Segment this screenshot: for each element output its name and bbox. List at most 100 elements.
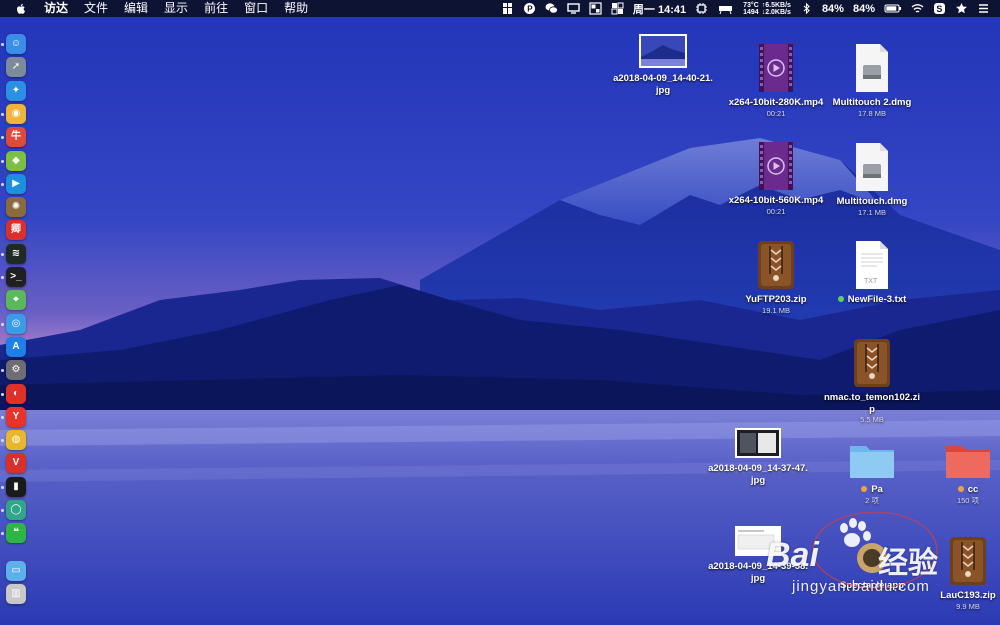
dock-running-indicator bbox=[1, 485, 4, 489]
zip-archive-icon bbox=[854, 339, 890, 387]
dock-netease-music-icon[interactable]: ◐ bbox=[6, 383, 26, 404]
menu-clock[interactable]: 周一 14:41 bbox=[633, 1, 686, 17]
menu-bar: 访达 文件 编辑 显示 前往 窗口 帮助 P 周一 14:41 73°C ↑6.5… bbox=[0, 0, 1000, 17]
dock-app-store-icon[interactable]: A bbox=[6, 336, 26, 357]
mission-control-icon[interactable] bbox=[611, 2, 624, 15]
dock-glyph: ◉ bbox=[11, 107, 21, 119]
dock-screen-share-icon[interactable]: ▶ bbox=[6, 173, 26, 194]
menu-view[interactable]: 显示 bbox=[156, 0, 196, 17]
dock-activity-monitor-icon[interactable]: ≋ bbox=[6, 243, 26, 264]
menu-window[interactable]: 窗口 bbox=[236, 0, 276, 17]
dock-app-red-icon[interactable]: 牛 bbox=[6, 127, 26, 148]
dock-downloads-folder-icon[interactable]: ▭ bbox=[6, 560, 26, 581]
desktop-icon-size: 9.9 MB bbox=[956, 601, 980, 611]
system-stats[interactable]: 73°C ↑6.5KB/s 1494 ↓2.0KB/s bbox=[743, 2, 791, 16]
dock-android-icon[interactable]: ◆ bbox=[6, 150, 26, 171]
dock-trash-icon[interactable]: ▥ bbox=[6, 583, 26, 604]
dock-finder-icon[interactable]: ☺ bbox=[6, 34, 26, 54]
dock-wechat-icon[interactable]: ❝ bbox=[6, 523, 26, 544]
battery-percent-b[interactable]: 84% bbox=[853, 3, 875, 15]
dock-app-green-icon[interactable]: ◯ bbox=[6, 500, 26, 520]
dock-running-indicator bbox=[1, 252, 4, 256]
dock-running-indicator bbox=[1, 415, 4, 419]
zip-archive-icon bbox=[758, 241, 794, 289]
dock-launchpad-icon[interactable]: ➚ bbox=[6, 57, 26, 78]
desktop-icon-label: nmac.to_temon102.zip bbox=[823, 392, 921, 415]
dock-system-preferences-icon[interactable]: ⚙ bbox=[6, 360, 26, 381]
dock-glyph: 牛 bbox=[11, 131, 21, 143]
desktop-icon-size: 17.1 MB bbox=[858, 207, 886, 217]
dock-safari-icon[interactable]: ✦ bbox=[6, 80, 26, 101]
disk-image-icon bbox=[856, 143, 888, 191]
menu-app-name[interactable]: 访达 bbox=[38, 0, 76, 17]
folder-icon bbox=[850, 446, 894, 478]
battery-percent-a[interactable]: 84% bbox=[822, 3, 844, 15]
desktop-icon-label: a2018-04-09_14-39-58.jpg bbox=[708, 561, 808, 584]
bluetooth-icon[interactable] bbox=[800, 2, 813, 15]
image-thumbnail-icon bbox=[639, 34, 687, 68]
dock-glyph: ✦ bbox=[11, 84, 21, 96]
dock-glyph: ✺ bbox=[11, 201, 21, 213]
desktop-icon-lauc-zip[interactable]: LauC193.zip 9.9 MB bbox=[908, 536, 1000, 612]
display-icon[interactable] bbox=[567, 2, 580, 15]
battery-icon[interactable] bbox=[884, 2, 902, 15]
dock-vivaldi-icon[interactable]: V bbox=[6, 453, 26, 474]
dock-glyph: ◯ bbox=[10, 504, 22, 515]
desktop-icon-multitouch-2-dmg[interactable]: Multitouch 2.dmg 17.8 MB bbox=[812, 43, 932, 119]
menu-help[interactable]: 帮助 bbox=[276, 0, 316, 17]
notification-center-icon[interactable] bbox=[977, 2, 990, 15]
bookmark-grid-icon[interactable] bbox=[501, 2, 514, 15]
svg-text:TXT: TXT bbox=[864, 278, 878, 285]
apple-menu-icon[interactable] bbox=[14, 2, 28, 16]
desktop-icon-screenshot-2[interactable]: a2018-04-09_14-37-47.jpg bbox=[698, 427, 818, 486]
desktop-icon-screenshot-3[interactable]: a2018-04-09_14-39-58.jpg bbox=[698, 525, 818, 584]
svg-text:P: P bbox=[527, 5, 533, 14]
app-s-icon[interactable]: S bbox=[933, 2, 946, 15]
dock-chrome-icon[interactable]: ◍ bbox=[6, 430, 26, 451]
folder-icon bbox=[946, 446, 990, 478]
dock-glyph: ▮ bbox=[13, 480, 19, 492]
image-thumbnail-icon bbox=[735, 428, 781, 458]
dock-glyph: ▶ bbox=[12, 177, 20, 189]
dock-glyph: ≋ bbox=[11, 247, 21, 259]
dock-system-utility-icon[interactable]: ✺ bbox=[6, 197, 26, 218]
dock-running-indicator bbox=[1, 112, 4, 116]
dock-siri-icon[interactable]: ◎ bbox=[6, 313, 26, 334]
net-down-readout: ↓2.0KB/s bbox=[761, 8, 791, 16]
desktop-icon-multitouch-dmg[interactable]: Multitouch.dmg 17.1 MB bbox=[812, 142, 932, 218]
desktop-icon-folder-cc[interactable]: cc 150 项 bbox=[908, 442, 1000, 506]
dock-glyph: ➚ bbox=[11, 61, 21, 73]
dock-app-web-icon[interactable]: 卿 bbox=[6, 220, 26, 241]
desktop-icon-label: NewFile-3.txt bbox=[812, 294, 932, 306]
network-monitor-icon[interactable] bbox=[717, 2, 734, 15]
desktop-icon-label-text: Pa bbox=[871, 484, 883, 495]
favorites-star-icon[interactable] bbox=[955, 2, 968, 15]
desktop-icon-nmac-zip[interactable]: nmac.to_temon102.zip 5.5 MB bbox=[812, 338, 932, 425]
parking-p-icon[interactable]: P bbox=[523, 2, 536, 15]
desktop-icon-count: 150 项 bbox=[956, 495, 980, 505]
desktop-icon-newfile-txt[interactable]: TXT NewFile-3.txt bbox=[812, 240, 932, 306]
video-file-icon bbox=[759, 142, 793, 190]
wechat-status-icon[interactable] bbox=[545, 2, 558, 15]
cpu-chip-icon[interactable] bbox=[695, 2, 708, 15]
dock-maps-icon[interactable]: ⌖ bbox=[6, 290, 26, 311]
temperature-readout: 73°C bbox=[743, 1, 759, 9]
image-thumbnail-icon bbox=[735, 526, 781, 556]
dock-glyph: ◎ bbox=[11, 317, 21, 329]
window-manager-icon[interactable] bbox=[589, 2, 602, 15]
dock-yandex-icon[interactable]: Y bbox=[6, 406, 26, 427]
menu-file[interactable]: 文件 bbox=[76, 0, 116, 17]
dock-console-icon[interactable]: ▮ bbox=[6, 476, 26, 497]
dock-glyph: ◍ bbox=[11, 434, 21, 446]
menu-edit[interactable]: 编辑 bbox=[116, 0, 156, 17]
dock-glyph: Y bbox=[12, 410, 20, 422]
dock-preview-icon[interactable]: ◉ bbox=[6, 103, 26, 124]
fan-readout: 1494 bbox=[743, 8, 759, 16]
menu-go[interactable]: 前往 bbox=[196, 0, 236, 17]
dock-terminal-icon[interactable]: >_ bbox=[6, 267, 26, 287]
disk-image-icon bbox=[856, 44, 888, 92]
dock-glyph: ◆ bbox=[12, 154, 20, 166]
zip-archive-icon bbox=[950, 537, 986, 585]
wifi-icon[interactable] bbox=[911, 2, 924, 15]
desktop-icon-screenshot-1[interactable]: a2018-04-09_14-40-21.jpg bbox=[603, 33, 723, 96]
